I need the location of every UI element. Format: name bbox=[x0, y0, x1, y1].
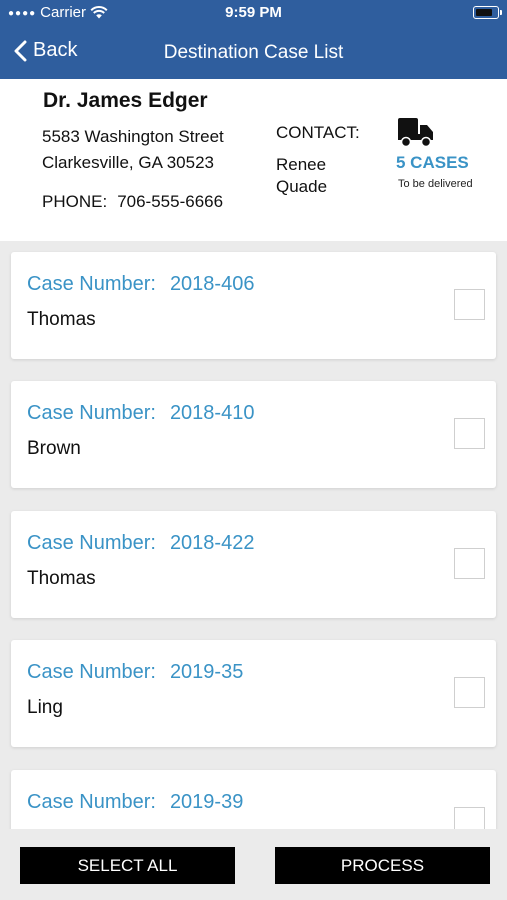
case-checkbox[interactable] bbox=[454, 418, 485, 449]
case-number-row: Case Number: 2018-422 bbox=[27, 532, 254, 555]
case-name: Thomas bbox=[27, 568, 96, 589]
case-number: 2018-422 bbox=[169, 532, 255, 554]
case-number-label: Case Number: bbox=[27, 273, 156, 295]
case-list: Case Number: 2018-406 Thomas Case Number:… bbox=[0, 241, 507, 829]
contact-name: Renee Quade bbox=[276, 155, 328, 196]
destination-name: Dr. James Edger bbox=[43, 89, 208, 112]
status-bar: ●●●● Carrier 9:59 PM bbox=[0, 0, 507, 26]
cases-subtitle: To be delivered bbox=[398, 178, 473, 190]
battery-icon bbox=[473, 6, 502, 19]
case-number-row: Case Number: 2018-410 bbox=[27, 402, 254, 425]
contact-label: CONTACT: bbox=[276, 123, 360, 142]
back-label: Back bbox=[33, 39, 78, 61]
case-number-row: Case Number: 2019-35 bbox=[27, 661, 243, 684]
case-name: Thomas bbox=[27, 309, 96, 330]
case-number-row: Case Number: 2019-39 bbox=[27, 791, 243, 814]
status-time: 9:59 PM bbox=[225, 4, 282, 21]
case-card[interactable]: Case Number: 2018-410 Brown bbox=[11, 381, 496, 488]
case-number: 2018-406 bbox=[169, 273, 255, 295]
process-button[interactable]: PROCESS bbox=[275, 847, 490, 884]
case-name: Ling bbox=[27, 697, 63, 718]
cases-count: 5 CASES bbox=[396, 153, 469, 172]
truck-icon bbox=[398, 118, 433, 148]
case-number: 2019-39 bbox=[169, 791, 244, 813]
case-number-label: Case Number: bbox=[27, 402, 156, 424]
case-number: 2018-410 bbox=[169, 402, 255, 424]
address-line2: Clarkesville, GA 30523 bbox=[42, 153, 214, 172]
case-card[interactable]: Case Number: 2019-39 bbox=[11, 770, 496, 829]
case-checkbox[interactable] bbox=[454, 289, 485, 320]
case-number-label: Case Number: bbox=[27, 532, 156, 554]
case-checkbox[interactable] bbox=[454, 548, 485, 579]
chevron-left-icon bbox=[14, 40, 27, 61]
case-number-label: Case Number: bbox=[27, 791, 156, 813]
address-line1: 5583 Washington Street bbox=[42, 127, 224, 146]
destination-header: Dr. James Edger 5583 Washington Street C… bbox=[0, 79, 507, 241]
top-bar: ●●●● Carrier 9:59 PM Back Destination Ca… bbox=[0, 0, 507, 79]
case-name: Brown bbox=[27, 438, 81, 459]
case-number-label: Case Number: bbox=[27, 661, 156, 683]
back-button[interactable]: Back bbox=[14, 39, 77, 62]
phone-number[interactable]: 706-555-6666 bbox=[117, 192, 223, 211]
case-card[interactable]: Case Number: 2018-422 Thomas bbox=[11, 511, 496, 618]
phone-label: PHONE: bbox=[42, 192, 108, 211]
case-card[interactable]: Case Number: 2019-35 Ling bbox=[11, 640, 496, 747]
case-checkbox[interactable] bbox=[454, 677, 485, 708]
action-bar: SELECT ALL PROCESS bbox=[0, 829, 507, 900]
case-checkbox[interactable] bbox=[454, 807, 485, 829]
case-card[interactable]: Case Number: 2018-406 Thomas bbox=[11, 252, 496, 359]
case-number-row: Case Number: 2018-406 bbox=[27, 273, 254, 296]
phone: PHONE: 706-555-6666 bbox=[42, 192, 223, 212]
case-number: 2019-35 bbox=[169, 661, 244, 683]
select-all-button[interactable]: SELECT ALL bbox=[20, 847, 235, 884]
nav-bar: Back Destination Case List bbox=[0, 26, 507, 79]
